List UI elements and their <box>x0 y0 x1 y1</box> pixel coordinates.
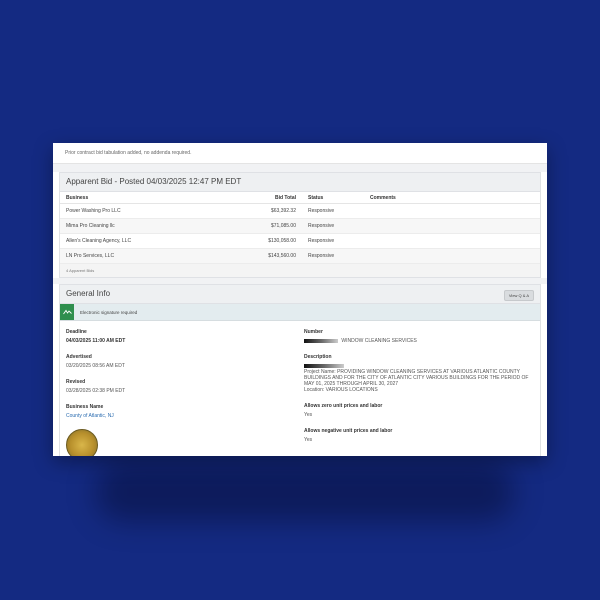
cell-status: Responsive <box>302 233 364 249</box>
negative-prices-label: Allows negative unit prices and labor <box>304 428 393 434</box>
business-field: Business Name County of Atlantic, NJ <box>66 404 296 419</box>
apparent-bid-title: Apparent Bid - Posted 04/03/2025 12:47 P… <box>60 173 540 192</box>
signature-banner: Electronic signature required <box>60 304 540 321</box>
zero-prices-field: Allows zero unit prices and labor Yes <box>304 403 534 418</box>
general-info-panel: General Info View Q & A Electronic signa… <box>59 284 541 456</box>
bid-table: Business Bid Total Status Comments Power… <box>60 192 540 264</box>
location-value: Location: VARIOUS LOCATIONS <box>304 387 378 393</box>
info-right-column: Number WINDOW CLEANING SERVICES Descript… <box>296 329 534 456</box>
cell-status: Responsive <box>302 248 364 264</box>
table-row[interactable]: Mima Pro Cleaning llc $71,085.00 Respons… <box>60 218 540 234</box>
cell-business: Power Washing Pro LLC <box>60 203 232 219</box>
deadline-value: 04/03/2025 11:00 AM EDT <box>66 338 126 344</box>
redacted-block <box>304 363 344 368</box>
revised-label: Revised <box>66 379 86 385</box>
cell-comments <box>364 233 540 249</box>
deadline-field: Deadline 04/03/2025 11:00 AM EDT <box>66 329 296 344</box>
revised-field: Revised 03/28/2025 02:38 PM EDT <box>66 379 296 394</box>
business-link[interactable]: County of Atlantic, NJ <box>66 413 296 419</box>
column-comments: Comments <box>364 192 540 204</box>
advertised-value: 03/20/2025 08:56 AM EDT <box>66 363 125 369</box>
deadline-label: Deadline <box>66 329 87 335</box>
zero-prices-label: Allows zero unit prices and labor <box>304 403 383 409</box>
cell-comments <box>364 218 540 234</box>
cell-bid-total: $71,085.00 <box>232 218 302 234</box>
cell-bid-total: $143,560.00 <box>232 248 302 264</box>
table-header-row: Business Bid Total Status Comments <box>60 192 540 204</box>
view-qa-button[interactable]: View Q & A <box>503 290 534 301</box>
business-label: Business Name <box>66 404 104 410</box>
redacted-block <box>304 338 338 343</box>
description-field: Description Project Name: PROVIDING WIND… <box>304 354 534 393</box>
screenshot-card: Prior contract bid tabulation added, no … <box>53 143 547 456</box>
advertised-field: Advertised 03/20/2025 08:56 AM EDT <box>66 354 296 369</box>
number-field: Number WINDOW CLEANING SERVICES <box>304 329 534 344</box>
number-label: Number <box>304 329 323 335</box>
cell-status: Responsive <box>302 218 364 234</box>
advertised-label: Advertised <box>66 354 92 360</box>
cell-comments <box>364 203 540 219</box>
cell-comments <box>364 248 540 264</box>
cell-business: LN Pro Services, LLC <box>60 248 232 264</box>
table-row[interactable]: Allen's Cleaning Agency, LLC $130,058.00… <box>60 233 540 249</box>
notice-text: Prior contract bid tabulation added, no … <box>53 143 547 164</box>
column-status: Status <box>302 192 364 204</box>
county-seal-logo <box>66 429 98 456</box>
description-value: Project Name: PROVIDING WINDOW CLEANING … <box>304 369 529 387</box>
apparent-bid-panel: Apparent Bid - Posted 04/03/2025 12:47 P… <box>59 172 541 278</box>
cell-status: Responsive <box>302 203 364 219</box>
number-value: WINDOW CLEANING SERVICES <box>341 338 417 344</box>
general-info-header: General Info View Q & A <box>60 285 540 304</box>
cell-business: Allen's Cleaning Agency, LLC <box>60 233 232 249</box>
negative-prices-value: Yes <box>304 437 313 443</box>
info-left-column: Deadline 04/03/2025 11:00 AM EDT Adverti… <box>66 329 296 456</box>
zero-prices-value: Yes <box>304 412 313 418</box>
bid-count: 4 Apparent Bids <box>60 264 540 277</box>
info-grid: Deadline 04/03/2025 11:00 AM EDT Adverti… <box>60 321 540 456</box>
drop-shadow <box>95 462 515 522</box>
general-info-title: General Info <box>66 289 111 298</box>
spacer <box>53 164 547 172</box>
column-business: Business <box>60 192 232 204</box>
cell-bid-total: $130,058.00 <box>232 233 302 249</box>
table-row[interactable]: Power Washing Pro LLC $63,392.32 Respons… <box>60 203 540 219</box>
description-label: Description <box>304 354 332 360</box>
signature-text: Electronic signature required <box>80 309 138 315</box>
cell-bid-total: $63,392.32 <box>232 203 302 219</box>
cell-business: Mima Pro Cleaning llc <box>60 218 232 234</box>
table-row[interactable]: LN Pro Services, LLC $143,560.00 Respons… <box>60 248 540 264</box>
column-bid-total: Bid Total <box>232 192 302 204</box>
signature-icon <box>60 304 74 320</box>
revised-value: 03/28/2025 02:38 PM EDT <box>66 388 126 394</box>
number-value-row: WINDOW CLEANING SERVICES <box>304 338 534 344</box>
negative-prices-field: Allows negative unit prices and labor Ye… <box>304 428 534 443</box>
